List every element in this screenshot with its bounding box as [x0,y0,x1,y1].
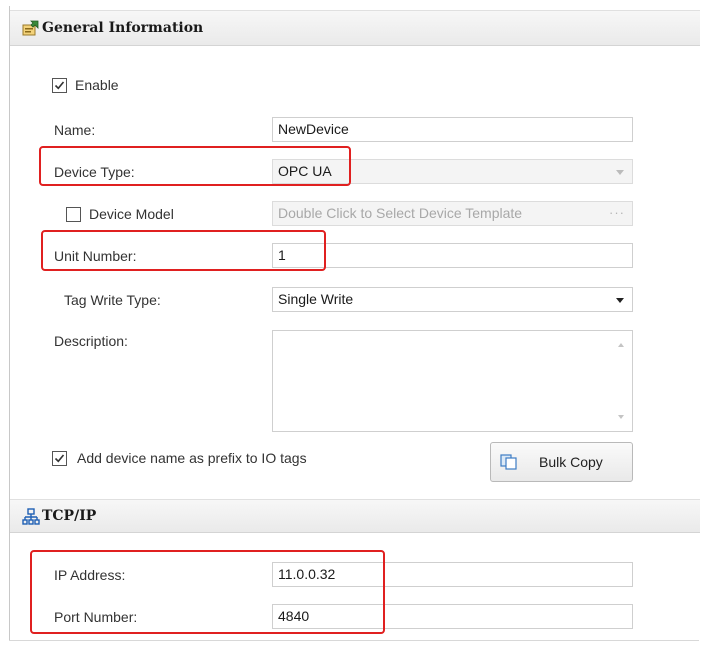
general-information-title: General Information [42,20,204,36]
chevron-down-icon [616,298,624,303]
tag-write-type-select[interactable]: Single Write [272,287,633,312]
prefix-checkbox[interactable] [52,451,67,466]
bulk-copy-label: Bulk Copy [539,454,603,470]
tcp-ip-header[interactable]: TCP/IP [10,499,700,533]
tcp-ip-title: TCP/IP [42,508,97,524]
browse-button[interactable]: ··· [609,202,625,224]
general-info-icon [22,20,39,36]
unit-number-input[interactable]: 1 [272,243,633,268]
device-model-field[interactable]: Double Click to Select Device Template ·… [272,201,633,226]
device-model-checkbox[interactable] [66,207,81,222]
tag-write-type-label: Tag Write Type: [64,292,161,308]
tag-write-type-value: Single Write [278,291,354,307]
panel-bottom-border [9,640,699,641]
bulk-copy-button[interactable]: Bulk Copy [490,442,633,482]
device-type-highlight [39,146,351,186]
enable-checkbox[interactable] [52,78,67,93]
device-model-placeholder: Double Click to Select Device Template [278,205,523,221]
unit-number-highlight [41,230,326,271]
scroll-down-icon[interactable] [618,415,624,419]
copy-icon [500,454,517,470]
check-icon [54,81,65,90]
general-information-header[interactable]: General Information [10,10,700,46]
name-input[interactable]: NewDevice [272,117,633,142]
enable-label: Enable [75,77,119,93]
description-label: Description: [54,333,128,349]
device-settings-panel: General Information Enable Name: NewDevi… [9,6,700,640]
device-model-label: Device Model [89,206,174,222]
check-icon [54,454,65,463]
name-label: Name: [54,122,96,138]
scroll-up-icon[interactable] [618,343,624,347]
network-icon [22,508,40,525]
name-value: NewDevice [278,121,349,137]
chevron-down-icon [616,170,624,175]
description-textarea[interactable] [272,330,633,432]
tcp-ip-highlight [30,550,385,634]
prefix-label: Add device name as prefix to IO tags [77,450,307,466]
